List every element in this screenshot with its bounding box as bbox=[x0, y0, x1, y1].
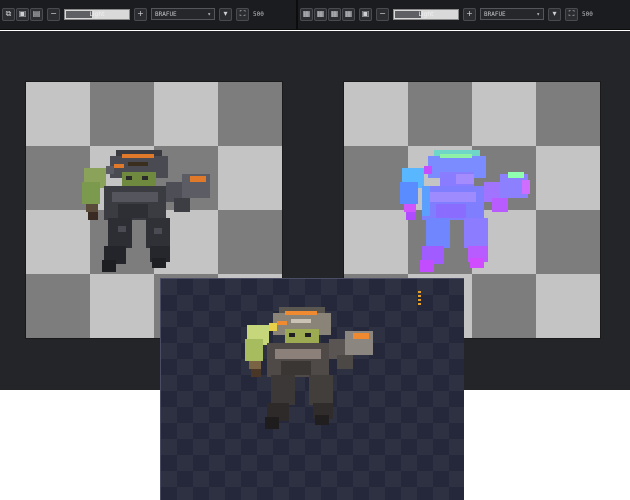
normal-map-sprite bbox=[400, 150, 530, 272]
light-slider-left[interactable]: Light bbox=[64, 8, 130, 20]
chevron-down-icon: ▾ bbox=[207, 10, 211, 18]
paste-icon[interactable]: ▤ bbox=[30, 7, 43, 21]
zoom-readout-left: 500 bbox=[253, 10, 264, 18]
tool-group-right: ▦ ▦ ▦ ▦ bbox=[300, 7, 355, 21]
grid-icon[interactable]: ▦ bbox=[300, 7, 313, 21]
left-toolbar: ⧉ ▣ ▤ − Light + BRAFUE ▾ ▾ ⛶ 500 bbox=[2, 3, 264, 25]
lit-sprite-preview bbox=[245, 307, 373, 429]
sprite-lighting-editor: ⧉ ▣ ▤ − Light + BRAFUE ▾ ▾ ⛶ 500 ▦ ▦ ▦ ▦… bbox=[0, 0, 630, 500]
light-slider-left-label: Light bbox=[89, 10, 105, 18]
right-toolbar: ▦ ▦ ▦ ▦ ▣ − Light + BRAFUE ▾ ▾ ⛶ 500 bbox=[300, 3, 593, 25]
mode-select-left[interactable]: BRAFUE ▾ bbox=[151, 8, 215, 20]
light-source-handle[interactable] bbox=[418, 291, 421, 311]
copy-icon[interactable]: ▣ bbox=[16, 7, 29, 21]
mode-select-right[interactable]: BRAFUE ▾ bbox=[480, 8, 544, 20]
fit-icon[interactable]: ⛶ bbox=[236, 7, 249, 21]
light-slider-right-label: Light bbox=[418, 10, 434, 18]
select-icon[interactable]: ⧉ bbox=[2, 7, 15, 21]
toolbar-divider bbox=[296, 0, 298, 30]
chevron-down-icon: ▾ bbox=[536, 10, 540, 18]
stack-icon[interactable]: ▣ bbox=[359, 7, 372, 21]
lit-preview-panel[interactable] bbox=[160, 278, 464, 500]
dropdown-arrow-icon[interactable]: ▾ bbox=[548, 7, 561, 21]
minus-icon[interactable]: − bbox=[376, 7, 389, 21]
plus-icon[interactable]: + bbox=[134, 7, 147, 21]
grid-icon[interactable]: ▦ bbox=[342, 7, 355, 21]
toolbar-strip: ⧉ ▣ ▤ − Light + BRAFUE ▾ ▾ ⛶ 500 ▦ ▦ ▦ ▦… bbox=[0, 0, 630, 30]
grid-icon[interactable]: ▦ bbox=[328, 7, 341, 21]
mode-select-left-value: BRAFUE bbox=[155, 10, 177, 18]
fit-icon[interactable]: ⛶ bbox=[565, 7, 578, 21]
plus-icon[interactable]: + bbox=[463, 7, 476, 21]
grid-icon[interactable]: ▦ bbox=[314, 7, 327, 21]
minus-icon[interactable]: − bbox=[47, 7, 60, 21]
diffuse-sprite bbox=[82, 150, 210, 272]
zoom-readout-right: 500 bbox=[582, 10, 593, 18]
mode-select-right-value: BRAFUE bbox=[484, 10, 506, 18]
light-slider-right[interactable]: Light bbox=[393, 8, 459, 20]
tool-group-left: ⧉ ▣ ▤ bbox=[2, 7, 43, 21]
dropdown-arrow-icon[interactable]: ▾ bbox=[219, 7, 232, 21]
